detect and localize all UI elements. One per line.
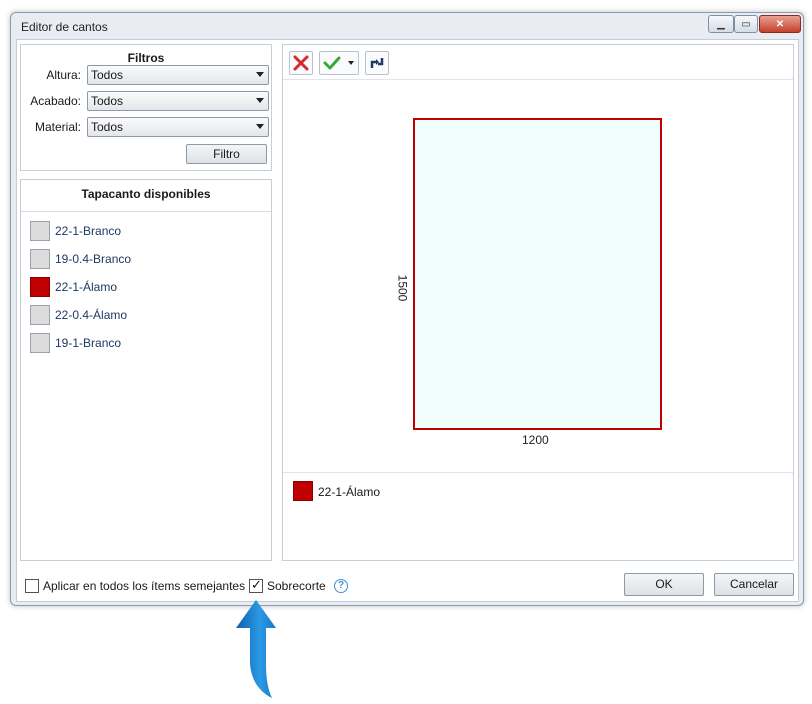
maximize-icon: ▭ (741, 18, 751, 30)
preview-panel: 1200 1500 22-1-Álamo (282, 44, 794, 561)
checkmark-icon: ✓ (251, 577, 262, 592)
red-x-icon (293, 55, 309, 71)
close-button[interactable]: ✕ (759, 15, 801, 33)
acabado-value: Todos (91, 94, 124, 108)
panel-preview-rectangle[interactable] (413, 118, 662, 430)
dropdown-arrow-icon (256, 72, 264, 77)
filter-label-acabado: Acabado: (30, 94, 81, 108)
overcut-label: Sobrecorte (267, 579, 326, 593)
window-title: Editor de cantos (21, 20, 108, 34)
filter-button[interactable]: Filtro (186, 144, 267, 164)
bottom-bar: Aplicar en todos los ítems semejantes ✓ … (17, 568, 798, 601)
color-swatch (30, 305, 50, 325)
legend-label: 22-1-Álamo (318, 485, 381, 499)
apply-all-checkbox[interactable] (25, 579, 39, 593)
color-swatch (30, 221, 50, 241)
close-icon: ✕ (775, 18, 785, 30)
edge-item-label: 22-1-Álamo (55, 280, 118, 294)
height-dimension: 1500 (395, 274, 410, 302)
legend-divider (283, 472, 793, 473)
color-swatch (30, 333, 50, 353)
edge-item-label: 22-1-Branco (55, 224, 122, 238)
title-bar: Editor de cantos ▁ ▭ ✕ (11, 13, 803, 39)
filter-label-material: Material: (34, 120, 81, 134)
minimize-icon: ▁ (717, 18, 725, 30)
filter-label-altura: Altura: (46, 68, 81, 82)
overcut-checkbox[interactable]: ✓ (249, 577, 263, 593)
toolbar-divider (283, 79, 793, 80)
filters-panel: Filtros Altura: Todos Acabado: Todos Mat… (20, 44, 272, 171)
maximize-button[interactable]: ▭ (734, 15, 758, 33)
minimize-button[interactable]: ▁ (708, 15, 734, 33)
apply-all-label: Aplicar en todos los ítems semejantes (43, 579, 246, 593)
available-edges-panel: Tapacanto disponibles 22-1-Branco 19-0.4… (20, 179, 272, 561)
blue-arrow-annotation (236, 600, 276, 698)
width-dimension: 1200 (522, 433, 549, 447)
green-check-icon (323, 56, 341, 70)
chevron-down-icon (348, 61, 354, 65)
material-select[interactable]: Todos (87, 117, 269, 137)
rotate-corner-icon (370, 58, 384, 68)
altura-value: Todos (91, 68, 124, 82)
available-edges-title: Tapacanto disponibles (81, 187, 211, 201)
ok-button[interactable]: OK (624, 573, 704, 596)
edge-item-label: 19-0.4-Branco (55, 252, 132, 266)
color-swatch (30, 277, 50, 297)
edge-item-label: 19-1-Branco (55, 336, 122, 350)
edge-editor-dialog: Editor de cantos ▁ ▭ ✕ Filtros Altura: T… (10, 12, 804, 606)
help-icon[interactable]: ? (334, 579, 348, 593)
divider (21, 211, 271, 212)
acabado-select[interactable]: Todos (87, 91, 269, 111)
apply-edges-dropdown-button[interactable] (319, 51, 359, 75)
dropdown-arrow-icon (256, 98, 264, 103)
dialog-content: Filtros Altura: Todos Acabado: Todos Mat… (16, 39, 799, 602)
remove-edges-button[interactable] (289, 51, 313, 75)
rotate-button[interactable] (365, 51, 389, 75)
material-value: Todos (91, 120, 124, 134)
color-swatch (30, 249, 50, 269)
legend-swatch (293, 481, 313, 501)
dropdown-arrow-icon (256, 124, 264, 129)
edge-item-label: 22-0.4-Álamo (55, 308, 128, 322)
filters-title: Filtros (127, 51, 165, 65)
cancel-button[interactable]: Cancelar (714, 573, 794, 596)
altura-select[interactable]: Todos (87, 65, 269, 85)
